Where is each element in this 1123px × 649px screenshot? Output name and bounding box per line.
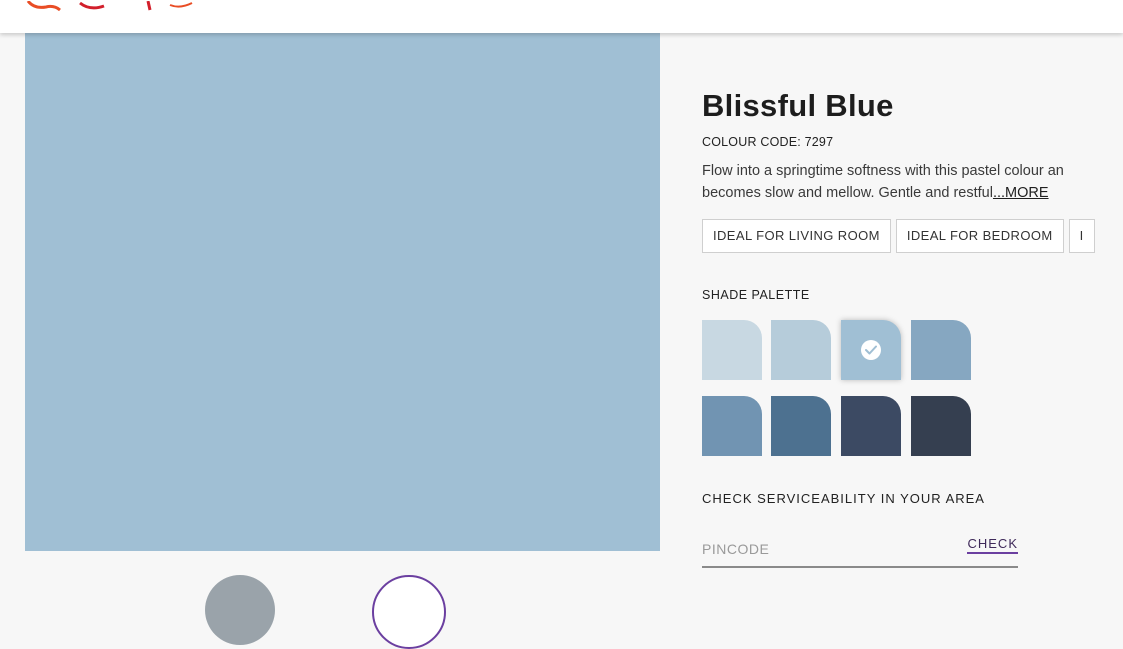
shade-swatch[interactable] — [702, 396, 762, 456]
tag-more-rooms[interactable]: I — [1068, 219, 1095, 253]
tag-living-room[interactable]: IDEAL FOR LIVING ROOM — [702, 219, 891, 253]
pincode-input[interactable] — [702, 536, 942, 562]
tag-bedroom[interactable]: IDEAL FOR BEDROOM — [895, 219, 1064, 253]
description-line: becomes slow and mellow. Gentle and rest… — [702, 182, 1123, 204]
shade-swatch[interactable] — [911, 320, 971, 380]
colour-code: COLOUR CODE: 7297 — [702, 135, 834, 149]
shade-swatch[interactable] — [771, 320, 831, 380]
shade-swatch[interactable] — [702, 320, 762, 380]
shade-palette-label: SHADE PALETTE — [702, 288, 810, 302]
shade-swatch[interactable] — [771, 396, 831, 456]
more-link[interactable]: ...MORE — [993, 185, 1049, 201]
top-navigation-bar — [0, 0, 1123, 33]
colour-view-thumbnail[interactable] — [372, 575, 446, 649]
product-description: Flow into a springtime softness with thi… — [702, 160, 1123, 204]
product-title: Blissful Blue — [702, 88, 894, 123]
brand-logo-icon[interactable] — [20, 0, 200, 12]
description-line: Flow into a springtime softness with thi… — [702, 163, 1064, 179]
serviceability-label: CHECK SERVICEABILITY IN YOUR AREA — [702, 491, 985, 506]
description-text: becomes slow and mellow. Gentle and rest… — [702, 185, 993, 201]
pincode-field: CHECK — [702, 534, 1018, 568]
room-view-thumbnail[interactable] — [205, 575, 275, 645]
shade-swatch-selected[interactable] — [841, 320, 901, 380]
shade-swatch[interactable] — [841, 396, 901, 456]
colour-preview-swatch — [25, 33, 660, 551]
checkmark-icon — [861, 340, 881, 360]
shade-swatch[interactable] — [911, 396, 971, 456]
check-button[interactable]: CHECK — [967, 536, 1018, 554]
room-tags: IDEAL FOR LIVING ROOM IDEAL FOR BEDROOM I — [702, 219, 1123, 253]
